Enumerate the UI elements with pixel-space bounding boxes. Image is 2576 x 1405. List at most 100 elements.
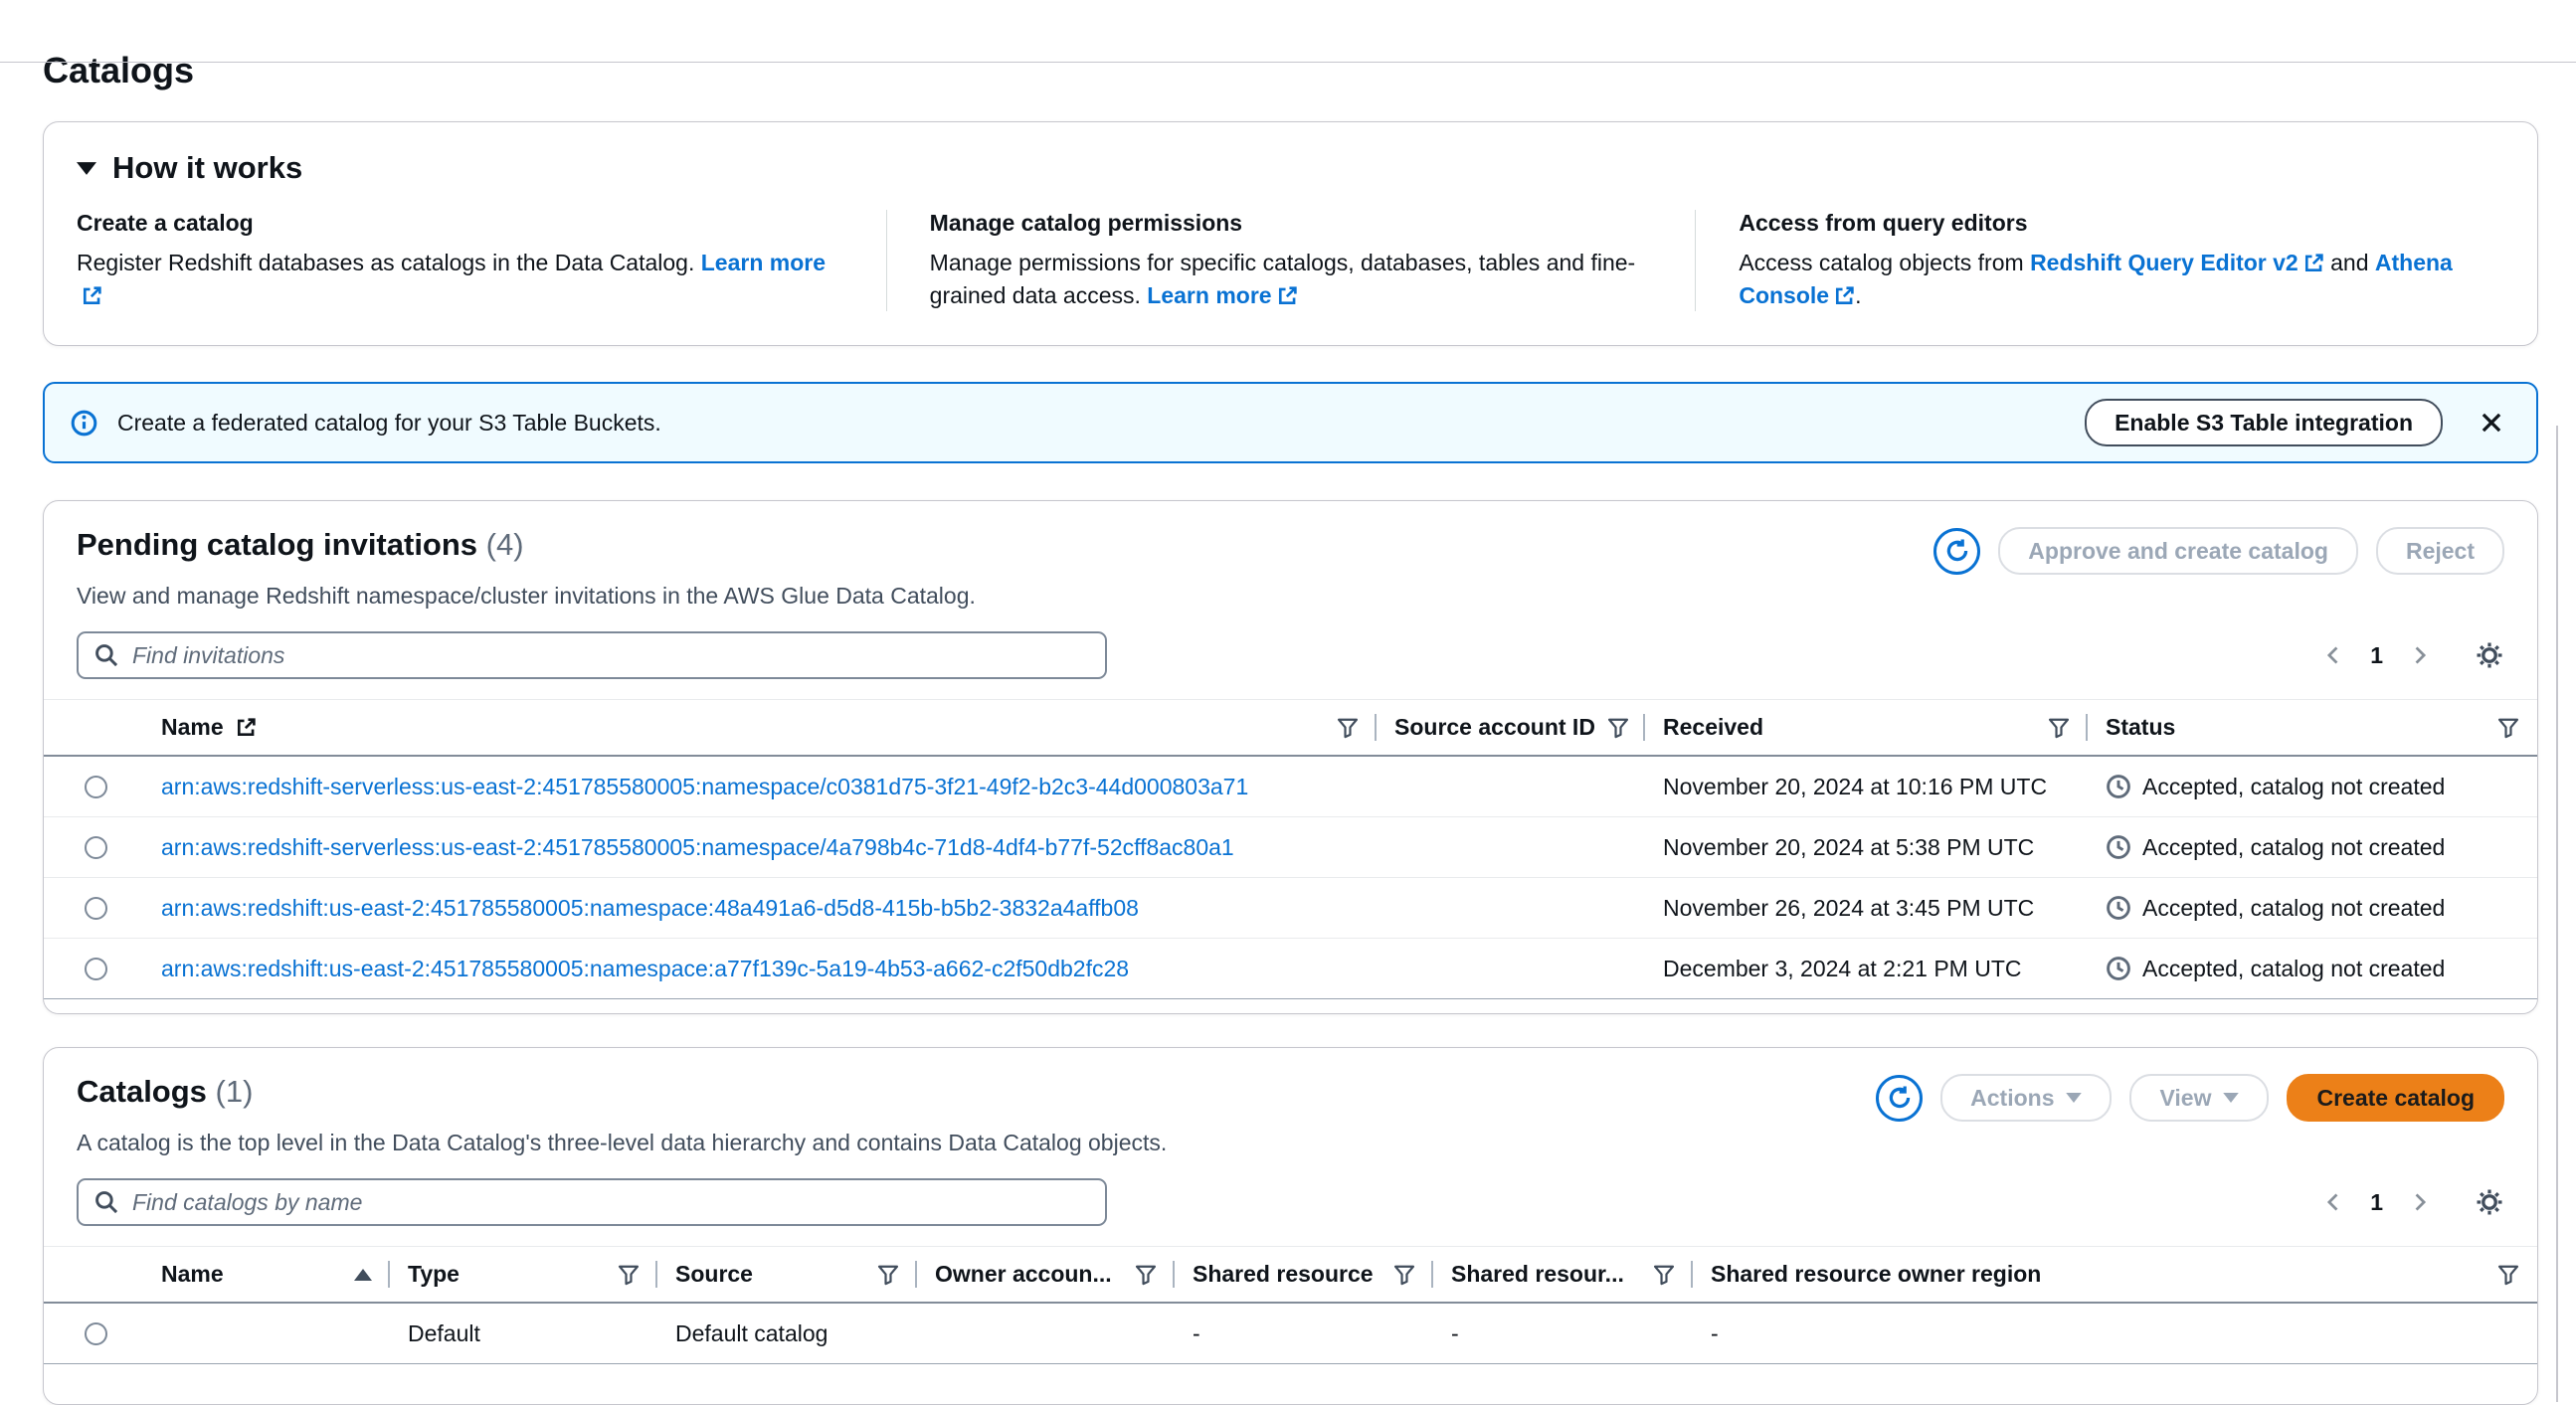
catalogs-panel: Catalogs (1) Actions View Create catalog…: [43, 1047, 2538, 1405]
external-link-icon: [2303, 253, 2324, 273]
pending-clock-icon: [2106, 774, 2131, 799]
filter-icon[interactable]: [1607, 717, 1629, 739]
enable-s3-table-integration-button[interactable]: Enable S3 Table integration: [2085, 399, 2443, 446]
hiw-card-create-catalog: Create a catalog Register Redshift datab…: [77, 210, 886, 311]
row-radio[interactable]: [85, 1322, 107, 1345]
column-label: Shared resource: [1193, 1261, 1374, 1288]
column-header-shared-resource-owner-region[interactable]: Shared resource owner region: [1693, 1261, 2537, 1288]
filter-icon[interactable]: [1135, 1264, 1157, 1286]
catalogs-description: A catalog is the top level in the Data C…: [77, 1130, 2504, 1156]
column-label: Shared resour...: [1451, 1261, 1624, 1288]
column-header-source-account-id[interactable]: Source account ID: [1377, 714, 1645, 741]
how-it-works-columns: Create a catalog Register Redshift datab…: [77, 210, 2504, 311]
link-label: Redshift Query Editor v2: [2030, 250, 2299, 275]
content-right-border: [2556, 426, 2558, 1402]
column-label: Name: [161, 1261, 224, 1288]
row-radio[interactable]: [85, 776, 107, 798]
sort-ascending-icon[interactable]: [354, 1269, 372, 1281]
row-radio[interactable]: [85, 897, 107, 920]
search-icon: [93, 1189, 119, 1215]
actions-dropdown-button[interactable]: Actions: [1940, 1074, 2112, 1122]
invitations-table: Name Source account ID Received Status: [44, 699, 2537, 999]
refresh-icon: [1887, 1085, 1913, 1111]
column-header-status[interactable]: Status: [2088, 714, 2537, 741]
column-label: Status: [2106, 714, 2175, 741]
caret-down-icon: [77, 162, 96, 175]
caret-down-icon: [2066, 1093, 2082, 1103]
invitation-name-link[interactable]: arn:aws:redshift-serverless:us-east-2:45…: [161, 774, 1248, 800]
column-header-shared-resource[interactable]: Shared resource: [1175, 1261, 1433, 1288]
received-cell: November 20, 2024 at 5:38 PM UTC: [1645, 834, 2088, 861]
redshift-query-editor-link[interactable]: Redshift Query Editor v2: [2030, 250, 2324, 275]
invitation-row: arn:aws:redshift-serverless:us-east-2:45…: [44, 817, 2537, 878]
refresh-catalogs-button[interactable]: [1876, 1075, 1923, 1122]
column-label: Received: [1663, 714, 1763, 741]
invitations-count: (4): [486, 527, 524, 562]
previous-page-button[interactable]: [2322, 1191, 2344, 1213]
pending-invitations-title: Pending catalog invitations (4): [77, 527, 524, 563]
previous-page-button[interactable]: [2322, 644, 2344, 666]
catalogs-count: (1): [216, 1074, 254, 1109]
invitation-name-link[interactable]: arn:aws:redshift:us-east-2:451785580005:…: [161, 895, 1139, 922]
info-icon: [71, 410, 97, 437]
create-catalog-button[interactable]: Create catalog: [2287, 1074, 2504, 1122]
next-page-button[interactable]: [2409, 1191, 2431, 1213]
learn-more-label: Learn more: [701, 250, 826, 275]
catalogs-table: Name Type Source Owner accoun... Shared …: [44, 1246, 2537, 1364]
column-header-owner-account[interactable]: Owner accoun...: [917, 1261, 1175, 1288]
hiw-card-text: Register Redshift databases as catalogs …: [77, 247, 843, 311]
status-cell: Accepted, catalog not created: [2088, 774, 2537, 800]
catalogs-table-header: Name Type Source Owner accoun... Shared …: [44, 1246, 2537, 1304]
pending-invitations-toolbar: 1: [77, 631, 2504, 679]
column-header-received[interactable]: Received: [1645, 714, 2088, 741]
filter-icon[interactable]: [2497, 717, 2519, 739]
status-text: Accepted, catalog not created: [2142, 956, 2445, 982]
how-it-works-panel: How it works Create a catalog Register R…: [43, 121, 2538, 346]
filter-icon[interactable]: [618, 1264, 640, 1286]
invitation-row: arn:aws:redshift:us-east-2:451785580005:…: [44, 878, 2537, 939]
column-header-type[interactable]: Type: [390, 1261, 657, 1288]
column-header-source[interactable]: Source: [657, 1261, 917, 1288]
learn-more-link-permissions[interactable]: Learn more: [1147, 282, 1297, 308]
next-page-button[interactable]: [2409, 644, 2431, 666]
find-invitations-input[interactable]: [77, 631, 1107, 679]
invitation-name-link[interactable]: arn:aws:redshift:us-east-2:451785580005:…: [161, 956, 1129, 982]
find-catalogs-input[interactable]: [77, 1178, 1107, 1226]
catalogs-actions: Actions View Create catalog: [1876, 1074, 2504, 1122]
view-dropdown-button[interactable]: View: [2129, 1074, 2269, 1122]
button-label: Actions: [1970, 1085, 2054, 1112]
column-label: Owner accoun...: [935, 1261, 1112, 1288]
filter-icon[interactable]: [1653, 1264, 1675, 1286]
reject-button[interactable]: Reject: [2376, 527, 2504, 575]
filter-icon[interactable]: [877, 1264, 899, 1286]
column-label: Name: [161, 714, 224, 741]
filter-icon[interactable]: [1393, 1264, 1415, 1286]
invitation-name-link[interactable]: arn:aws:redshift-serverless:us-east-2:45…: [161, 834, 1234, 861]
column-header-shared-resource-owner[interactable]: Shared resour...: [1433, 1261, 1693, 1288]
current-page-number[interactable]: 1: [2370, 1189, 2383, 1216]
column-label: Source account ID: [1394, 714, 1595, 741]
banner-close-button[interactable]: [2473, 404, 2510, 441]
title-text: Catalogs: [77, 1074, 207, 1109]
close-icon: [2479, 410, 2504, 436]
table-preferences-button[interactable]: [2475, 640, 2504, 670]
how-it-works-toggle[interactable]: How it works: [77, 150, 2504, 186]
approve-and-create-catalog-button[interactable]: Approve and create catalog: [1998, 527, 2358, 575]
current-page-number[interactable]: 1: [2370, 642, 2383, 669]
filter-icon[interactable]: [1337, 717, 1359, 739]
row-radio[interactable]: [85, 836, 107, 859]
refresh-invitations-button[interactable]: [1933, 528, 1980, 575]
column-header-name[interactable]: Name: [143, 1261, 390, 1288]
filter-icon[interactable]: [2048, 717, 2070, 739]
banner-message: Create a federated catalog for your S3 T…: [117, 410, 2065, 437]
page-top-border: [0, 62, 2576, 63]
column-header-name[interactable]: Name: [143, 714, 1377, 741]
table-preferences-button[interactable]: [2475, 1187, 2504, 1217]
hiw-card-manage-permissions: Manage catalog permissions Manage permis…: [886, 210, 1696, 311]
external-link-icon: [1834, 285, 1855, 306]
invitation-row: arn:aws:redshift:us-east-2:451785580005:…: [44, 939, 2537, 999]
catalogs-search: [77, 1178, 1107, 1226]
hiw-card-title: Manage catalog permissions: [930, 210, 1653, 237]
row-radio[interactable]: [85, 958, 107, 980]
filter-icon[interactable]: [2497, 1264, 2519, 1286]
